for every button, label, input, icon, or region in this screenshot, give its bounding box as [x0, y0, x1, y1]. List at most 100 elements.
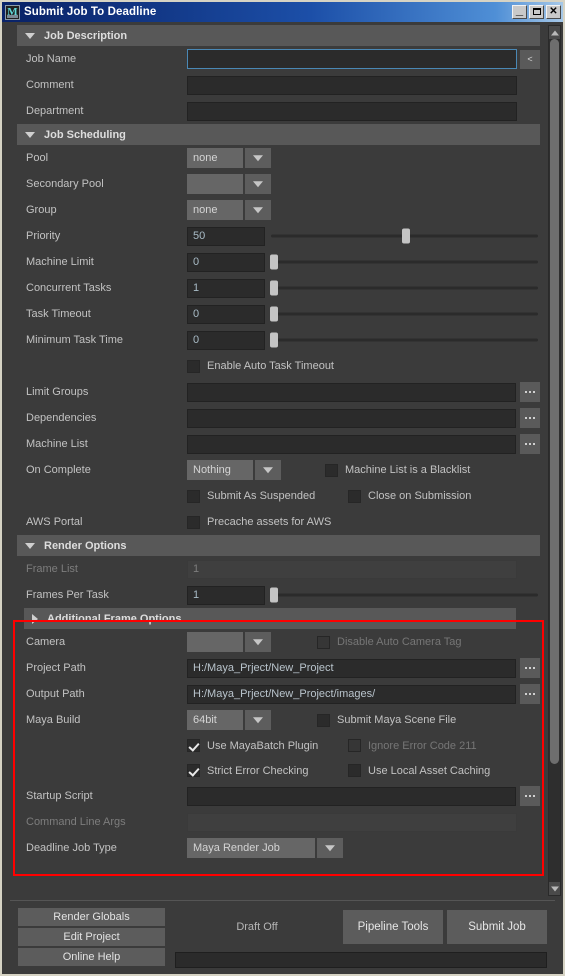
section-label: Additional Frame Options — [47, 612, 182, 625]
concurrent-tasks-slider[interactable] — [269, 278, 540, 298]
scrollbar-track[interactable] — [549, 39, 560, 882]
frames-per-task-slider[interactable] — [269, 585, 540, 605]
secondary-pool-value — [187, 174, 243, 194]
progress-bar — [175, 952, 547, 968]
machine-list-browse-button[interactable] — [520, 434, 540, 454]
slider-track — [271, 312, 538, 316]
close-on-submission-checkbox[interactable]: Close on Submission — [348, 489, 471, 503]
limit-groups-input[interactable] — [187, 382, 516, 402]
pool-dropdown[interactable]: none — [187, 148, 271, 168]
project-path-browse-button[interactable] — [520, 658, 540, 678]
comment-input[interactable] — [187, 75, 517, 95]
priority-label: Priority — [26, 230, 61, 242]
row-frames-per-task: Frames Per Task 1 — [4, 582, 546, 608]
dependencies-label: Dependencies — [26, 412, 97, 424]
row-secondary-pool: Secondary Pool — [4, 171, 546, 197]
section-job-scheduling[interactable]: Job Scheduling — [17, 124, 540, 145]
scroll-up-button[interactable] — [549, 26, 560, 39]
comment-label: Comment — [26, 79, 74, 91]
camera-dropdown[interactable] — [187, 632, 271, 652]
minimum-task-time-label: Minimum Task Time — [26, 334, 123, 346]
concurrent-tasks-label: Concurrent Tasks — [26, 282, 112, 294]
secondary-pool-label: Secondary Pool — [26, 178, 104, 190]
slider-thumb[interactable] — [269, 254, 278, 270]
minimum-task-time-input[interactable]: 0 — [187, 330, 265, 350]
department-input[interactable] — [187, 101, 517, 121]
maya-build-value: 64bit — [187, 710, 243, 730]
scroll-down-button[interactable] — [549, 882, 560, 895]
row-on-complete: On Complete Nothing Machine List is a Bl… — [4, 457, 546, 483]
title-bar[interactable]: M Submit Job To Deadline _ ✕ — [2, 2, 563, 22]
startup-script-input[interactable] — [187, 786, 516, 806]
use-mayabatch-plugin-checkbox[interactable]: Use MayaBatch Plugin — [187, 739, 348, 752]
row-aws-portal: AWS Portal Precache assets for AWS — [4, 509, 546, 535]
row-submit-suspended: Submit As Suspended Close on Submission — [4, 483, 546, 509]
machine-limit-input[interactable]: 0 — [187, 252, 265, 272]
priority-slider[interactable] — [271, 226, 540, 246]
project-path-input[interactable]: H:/Maya_Prject/New_Project — [187, 658, 516, 678]
concurrent-tasks-input[interactable]: 1 — [187, 278, 265, 298]
submit-as-suspended-checkbox[interactable]: Submit As Suspended — [187, 489, 348, 503]
maya-build-dropdown[interactable]: 64bit — [187, 710, 271, 730]
vertical-scrollbar[interactable] — [548, 25, 561, 896]
minimize-icon: _ — [515, 2, 524, 17]
priority-input[interactable]: 50 — [187, 226, 265, 246]
deadline-job-type-dropdown[interactable]: Maya Render Job — [187, 838, 343, 858]
machine-limit-slider[interactable] — [269, 252, 540, 272]
slider-thumb[interactable] — [269, 332, 278, 348]
online-help-button[interactable]: Online Help — [18, 948, 165, 966]
frames-per-task-input[interactable]: 1 — [187, 585, 265, 605]
machine-list-input[interactable] — [187, 434, 516, 454]
on-complete-value: Nothing — [187, 460, 253, 480]
dependencies-input[interactable] — [187, 408, 516, 428]
task-timeout-slider[interactable] — [269, 304, 540, 324]
edit-project-button[interactable]: Edit Project — [18, 928, 165, 946]
slider-thumb[interactable] — [269, 587, 278, 603]
deadline-job-type-value: Maya Render Job — [187, 838, 315, 858]
startup-script-browse-button[interactable] — [520, 786, 540, 806]
minimize-button[interactable]: _ — [512, 2, 527, 19]
section-additional-frame-options[interactable]: Additional Frame Options — [24, 608, 516, 629]
submit-job-button[interactable]: Submit Job — [447, 910, 547, 944]
job-name-history-button[interactable]: < — [520, 49, 540, 69]
deadline-job-type-label: Deadline Job Type — [26, 842, 117, 854]
row-concurrent-tasks: Concurrent Tasks 1 — [4, 275, 546, 301]
output-path-browse-button[interactable] — [520, 684, 540, 704]
row-camera: Camera Disable Auto Camera Tag — [4, 629, 546, 655]
slider-thumb[interactable] — [269, 306, 278, 322]
maximize-button[interactable] — [529, 5, 544, 19]
pool-value: none — [187, 148, 243, 168]
output-path-input[interactable]: H:/Maya_Prject/New_Project/images/ — [187, 684, 516, 704]
task-timeout-input[interactable]: 0 — [187, 304, 265, 324]
scroll-content: Job Description Job Name < Comment Depar… — [4, 25, 546, 896]
limit-groups-browse-button[interactable] — [520, 382, 540, 402]
use-local-asset-caching-checkbox[interactable]: Use Local Asset Caching — [348, 764, 490, 777]
enable-auto-task-timeout-checkbox[interactable]: Enable Auto Task Timeout — [187, 359, 334, 373]
row-task-timeout: Task Timeout 0 — [4, 301, 546, 327]
render-globals-button[interactable]: Render Globals — [18, 908, 165, 926]
submit-maya-scene-file-checkbox[interactable]: Submit Maya Scene File — [317, 713, 456, 727]
frame-list-label: Frame List — [26, 563, 78, 575]
section-job-description[interactable]: Job Description — [17, 25, 540, 46]
section-render-options[interactable]: Render Options — [17, 535, 540, 556]
precache-assets-aws-checkbox[interactable]: Precache assets for AWS — [187, 515, 331, 529]
checkbox-label: Disable Auto Camera Tag — [337, 636, 462, 648]
on-complete-dropdown[interactable]: Nothing — [187, 460, 281, 480]
ignore-error-code-211-checkbox[interactable]: Ignore Error Code 211 — [348, 739, 477, 752]
strict-error-checking-checkbox[interactable]: Strict Error Checking — [187, 764, 348, 777]
slider-thumb[interactable] — [401, 228, 410, 244]
row-department: Department — [4, 98, 546, 124]
job-name-input[interactable] — [187, 49, 517, 69]
group-dropdown[interactable]: none — [187, 200, 271, 220]
disable-auto-camera-tag-checkbox[interactable]: Disable Auto Camera Tag — [317, 635, 462, 649]
scrollbar-thumb[interactable] — [550, 39, 559, 764]
job-name-label: Job Name — [26, 53, 77, 65]
minimum-task-time-slider[interactable] — [269, 330, 540, 350]
dependencies-browse-button[interactable] — [520, 408, 540, 428]
pipeline-tools-button[interactable]: Pipeline Tools — [343, 910, 443, 944]
slider-thumb[interactable] — [269, 280, 278, 296]
checkbox-icon — [187, 739, 200, 752]
close-button[interactable]: ✕ — [546, 5, 561, 19]
secondary-pool-dropdown[interactable] — [187, 174, 271, 194]
machine-list-blacklist-checkbox[interactable]: Machine List is a Blacklist — [325, 463, 470, 477]
